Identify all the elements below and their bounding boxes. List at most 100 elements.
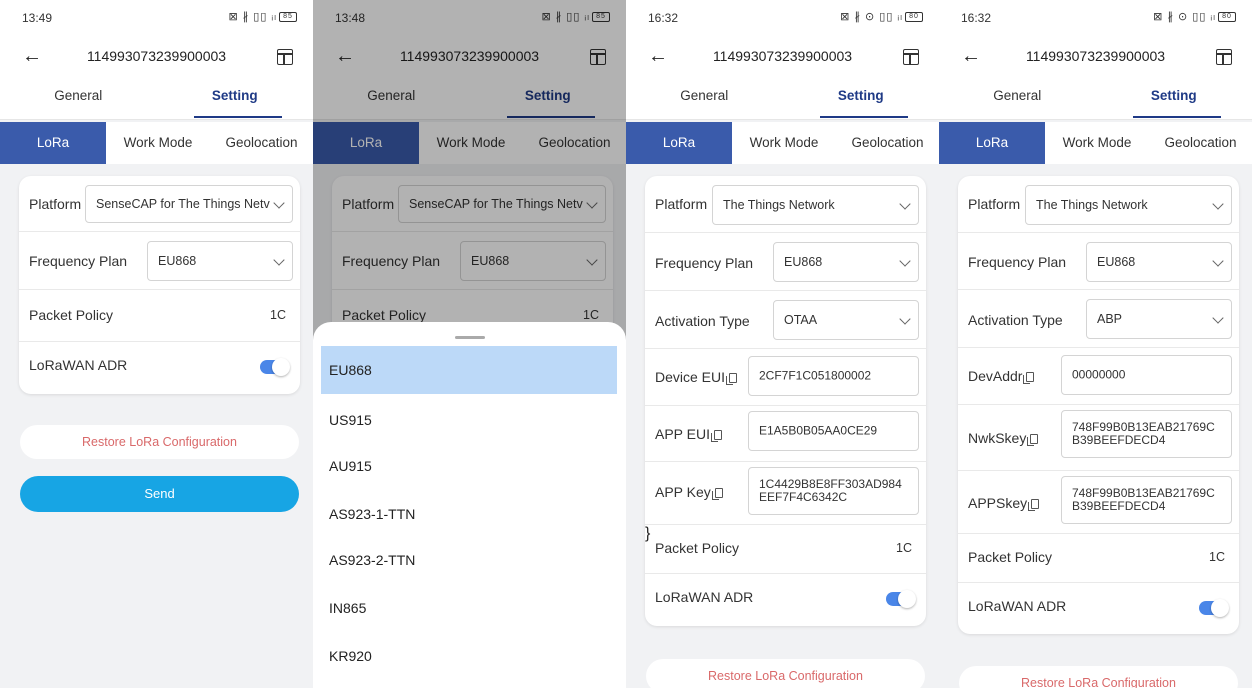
title-bar: ← 114993073239900003 [939,30,1252,86]
status-signal-icons: ⊠ ∦ ⊙ ▯▯ ᵢₗ [1153,11,1216,23]
lorawan-adr-toggle[interactable] [886,590,916,608]
frequency-plan-select[interactable]: EU868 [147,241,293,281]
frequency-plan-select[interactable]: EU868 [773,242,919,282]
frequency-option[interactable]: EU868 [321,346,617,394]
subtab-work-mode[interactable]: Work Mode [106,122,210,164]
activation-type-select[interactable]: ABP [1086,299,1232,339]
tab-indicator [820,116,908,118]
nwkskey-label: NwkSkey [968,430,1039,446]
panel-layout-icon[interactable] [277,49,293,65]
lorawan-adr-row: LoRaWAN ADR [958,583,1239,634]
frequency-plan-value: EU868 [158,254,197,268]
activation-type-value: OTAA [784,313,818,327]
tab-general[interactable]: General [939,88,1096,103]
frequency-option[interactable]: KR920 [321,632,617,680]
subtab-lora[interactable]: LoRa [939,122,1045,164]
status-icons: ⊠ ∦ ▯▯ ᵢₗ 85 [228,10,297,23]
lorawan-adr-label: LoRaWAN ADR [968,598,1067,614]
subtab-lora[interactable]: LoRa [0,122,106,164]
platform-label: Platform [29,196,82,212]
platform-select-value: The Things Network [723,198,835,212]
status-bar: 13:49 ⊠ ∦ ▯▯ ᵢₗ 85 [0,0,313,30]
status-icons: ⊠ ∦ ⊙ ▯▯ ᵢₗ 80 [840,10,923,23]
copy-icon[interactable] [1028,499,1040,511]
chevron-down-icon [899,198,911,210]
activation-type-select[interactable]: OTAA [773,300,919,340]
frequency-option[interactable]: IN865 [321,584,617,632]
frequency-plan-value: EU868 [1097,255,1136,269]
tab-general[interactable]: General [626,88,783,103]
devaddr-label-text: DevAddr [968,368,1023,384]
frequency-plan-bottom-sheet: EU868 US915 AU915 AS923-1-TTN AS923-2-TT… [313,322,626,688]
frequency-option[interactable]: US915 [321,396,617,444]
main-tabs: General Setting [939,86,1252,120]
lorawan-adr-toggle[interactable] [1199,599,1229,617]
status-bar: 16:32 ⊠ ∦ ⊙ ▯▯ ᵢₗ 80 [626,0,939,30]
frequency-plan-label: Frequency Plan [968,254,1067,270]
frequency-option[interactable]: AS923-1-TTN [321,490,617,538]
packet-policy-row: Packet Policy 1C } [645,525,926,574]
title-bar: ← 114993073239900003 [626,30,939,86]
lorawan-adr-toggle[interactable] [260,358,290,376]
restore-lora-configuration-button[interactable]: Restore LoRa Configuration [959,666,1238,688]
lorawan-adr-label: LoRaWAN ADR [655,589,754,605]
frequency-plan-select[interactable]: EU868 [1086,242,1232,282]
subtab-work-mode[interactable]: Work Mode [1045,122,1149,164]
chevron-down-icon [273,197,285,209]
appskey-field[interactable]: 748F99B0B13EAB21769C B39BEEFDECD4 [1061,476,1232,524]
sub-tabs: LoRa Work Mode Geolocation [939,122,1252,164]
lora-settings-card: Platform SenseCAP for The Things Netv Fr… [19,176,300,394]
tab-setting[interactable]: Setting [783,88,940,103]
device-eui-label-text: Device EUI [655,369,726,385]
copy-icon[interactable] [726,373,738,385]
app-key-line-1: 1C4429B8E8FF303AD984 [759,477,902,491]
devaddr-row: DevAddr 00000000 [958,348,1239,405]
devaddr-field[interactable]: 00000000 [1061,355,1232,395]
app-key-field[interactable]: 1C4429B8E8FF303AD984 EEF7F4C6342C [748,467,919,515]
drag-handle[interactable] [455,336,485,339]
subtab-geolocation[interactable]: Geolocation [210,122,313,164]
tab-general[interactable]: General [0,88,157,103]
activation-type-value: ABP [1097,312,1123,326]
status-signal-icons: ⊠ ∦ ▯▯ ᵢₗ [228,11,277,23]
platform-select[interactable]: The Things Network [712,185,919,225]
subtab-work-mode[interactable]: Work Mode [732,122,836,164]
frequency-option[interactable]: AS923-2-TTN [321,536,617,584]
platform-label: Platform [655,196,708,212]
frequency-option[interactable]: AU915 [321,442,617,490]
device-eui-field[interactable]: 2CF7F1C051800002 [748,356,919,396]
frequency-plan-row: Frequency Plan EU868 [958,233,1239,290]
device-eui-row: Device EUI 2CF7F1C051800002 [645,349,926,406]
restore-lora-configuration-button[interactable]: Restore LoRa Configuration [20,425,299,459]
packet-policy-value: 1C [1209,550,1225,564]
phone-screen-4: 16:32 ⊠ ∦ ⊙ ▯▯ ᵢₗ 80 ← 114993073239900003… [939,0,1252,688]
app-eui-row: APP EUI E1A5B0B05AA0CE29 [645,406,926,462]
app-key-label-text: APP Key [655,484,711,500]
platform-select[interactable]: SenseCAP for The Things Netv [85,185,293,223]
app-eui-field[interactable]: E1A5B0B05AA0CE29 [748,411,919,451]
activation-type-label: Activation Type [968,312,1063,328]
platform-select[interactable]: The Things Network [1025,185,1232,225]
packet-policy-value: 1C [270,308,286,322]
subtab-lora[interactable]: LoRa [626,122,732,164]
copy-icon[interactable] [711,488,723,500]
devaddr-value: 00000000 [1072,367,1126,382]
tab-setting[interactable]: Setting [1096,88,1252,103]
copy-icon[interactable] [711,430,722,442]
panel-layout-icon[interactable] [903,49,919,65]
tab-setting[interactable]: Setting [157,88,314,103]
nwkskey-field[interactable]: 748F99B0B13EAB21769C B39BEEFDECD4 [1061,410,1232,458]
main-tabs: General Setting [626,86,939,120]
status-time: 16:32 [961,11,992,25]
subtab-geolocation[interactable]: Geolocation [836,122,939,164]
subtab-geolocation[interactable]: Geolocation [1149,122,1252,164]
send-button[interactable]: Send [20,476,299,512]
copy-icon[interactable] [1023,372,1035,384]
restore-lora-configuration-button[interactable]: Restore LoRa Configuration [646,659,925,688]
panel-layout-icon[interactable] [1216,49,1232,65]
copy-icon[interactable] [1027,434,1039,446]
sub-tabs: LoRa Work Mode Geolocation [0,122,313,164]
device-eui-value: 2CF7F1C051800002 [759,368,872,383]
battery-icon: 85 [279,12,297,23]
appskey-line-2: B39BEEFDECD4 [1072,499,1166,513]
